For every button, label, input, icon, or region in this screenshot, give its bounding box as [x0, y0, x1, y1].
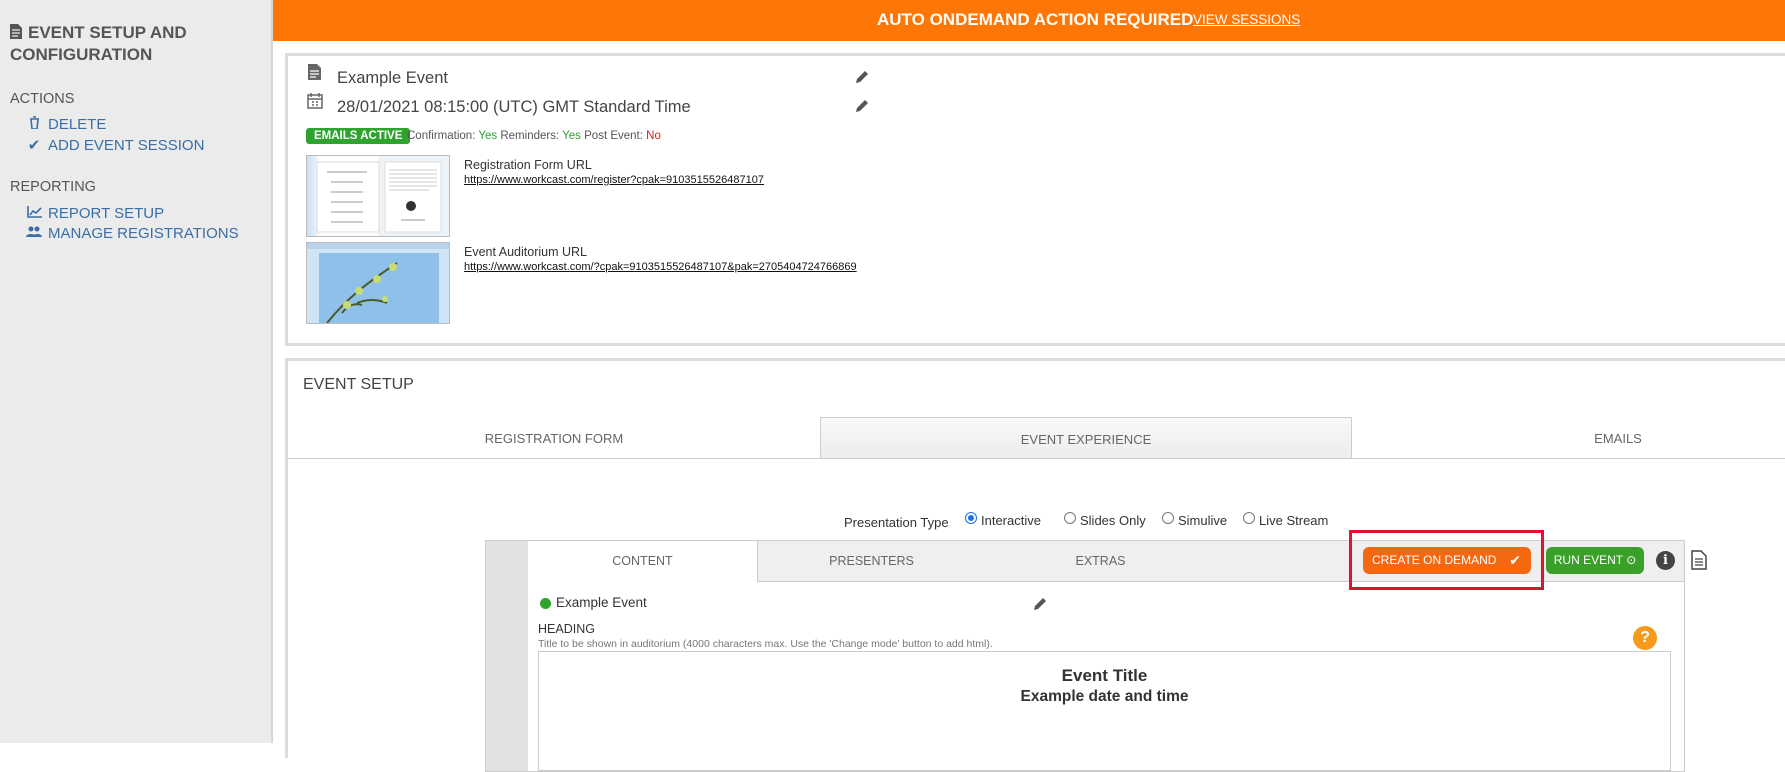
report-setup-label: REPORT SETUP	[48, 205, 165, 222]
editor-title: Event Title	[1061, 666, 1148, 685]
content-panel: CONTENT PRESENTERS EXTRAS CREATE ON DEMA…	[485, 530, 1707, 772]
heading-label: HEADING	[538, 622, 595, 636]
radio-interactive[interactable]	[965, 512, 977, 524]
reporting-heading: REPORTING	[10, 179, 96, 195]
sidebar-title: EVENT SETUP AND CONFIGURATION	[10, 22, 260, 66]
sidebar-title-text: EVENT SETUP AND CONFIGURATION	[10, 23, 187, 64]
add-event-session-label: ADD EVENT SESSION	[48, 137, 205, 154]
check-icon: ✔	[27, 137, 41, 154]
email-status: Confirmation: Yes Reminders: Yes Post Ev…	[407, 130, 661, 142]
confirmation-label: Confirmation:	[407, 130, 476, 142]
add-event-session-link[interactable]: ✔ ADD EVENT SESSION	[26, 136, 205, 154]
radio-slides-only[interactable]	[1064, 512, 1076, 524]
edit-content-pencil-icon[interactable]	[1032, 596, 1048, 612]
calendar-icon	[307, 93, 323, 109]
post-event-label: Post Event:	[584, 130, 643, 142]
radio-slides-only-label[interactable]: Slides Only	[1080, 513, 1146, 528]
content-panel-strip	[486, 541, 528, 771]
radio-live-stream[interactable]	[1243, 512, 1255, 524]
document-icon	[10, 24, 22, 39]
actions-heading: ACTIONS	[10, 91, 75, 107]
registration-form-thumbnail[interactable]	[306, 155, 450, 237]
event-setup-title: EVENT SETUP	[303, 376, 414, 393]
manage-registrations-label: MANAGE REGISTRATIONS	[48, 225, 239, 242]
create-on-demand-label: CREATE ON DEMAND	[1372, 553, 1497, 567]
delete-link[interactable]: DELETE	[26, 116, 106, 133]
run-event-button[interactable]: RUN EVENT ⊙	[1546, 547, 1644, 574]
check-icon: ✔	[1509, 552, 1521, 568]
create-on-demand-button[interactable]: CREATE ON DEMAND ✔	[1363, 547, 1531, 574]
auditorium-thumbnail[interactable]	[306, 242, 450, 324]
report-setup-link[interactable]: REPORT SETUP	[26, 205, 164, 222]
banner-message: AUTO ONDEMAND ACTION REQUIRED	[877, 10, 1194, 29]
tab-extras[interactable]: EXTRAS	[986, 541, 1215, 581]
document-icon	[308, 64, 321, 80]
edit-datetime-pencil-icon[interactable]	[854, 98, 870, 114]
delete-label: DELETE	[48, 116, 107, 133]
action-required-banner: AUTO ONDEMAND ACTION REQUIRED VIEW SESSI…	[273, 0, 1785, 41]
content-tabs: CONTENT PRESENTERS EXTRAS CREATE ON DEMA…	[528, 530, 1707, 590]
confirmation-value: Yes	[478, 130, 498, 142]
radio-live-stream-label[interactable]: Live Stream	[1259, 513, 1328, 528]
heading-hint: Title to be shown in auditorium (4000 ch…	[538, 638, 993, 650]
reminders-label: Reminders:	[500, 130, 560, 142]
setup-tabs: REGISTRATION FORM EVENT EXPERIENCE EMAIL…	[288, 417, 1785, 459]
auditorium-url-label: Event Auditorium URL	[464, 245, 587, 259]
auditorium-url-link[interactable]: https://www.workcast.com/?cpak=910351552…	[464, 261, 857, 273]
help-icon[interactable]: ?	[1633, 626, 1657, 650]
document-icon[interactable]	[1691, 550, 1707, 570]
registration-url-label: Registration Form URL	[464, 158, 592, 172]
tab-content[interactable]: CONTENT	[528, 541, 758, 582]
event-datetime: 28/01/2021 08:15:00 (UTC) GMT Standard T…	[337, 98, 691, 116]
editor-subtitle: Example date and time	[1020, 688, 1189, 705]
edit-name-pencil-icon[interactable]	[854, 69, 870, 85]
reminders-value: Yes	[562, 130, 581, 142]
heading-editor[interactable]: Event Title Example date and time	[538, 651, 1671, 771]
tab-event-experience[interactable]: EVENT EXPERIENCE	[820, 417, 1352, 458]
view-sessions-link[interactable]: VIEW SESSIONS	[1193, 12, 1300, 27]
info-icon[interactable]: i	[1656, 551, 1675, 570]
trash-icon	[26, 116, 42, 133]
presentation-type-label: Presentation Type	[844, 515, 949, 530]
manage-registrations-link[interactable]: MANAGE REGISTRATIONS	[26, 225, 239, 242]
sidebar: EVENT SETUP AND CONFIGURATION ACTIONS DE…	[0, 0, 273, 743]
run-event-label: RUN EVENT	[1553, 553, 1623, 567]
radio-simulive-label[interactable]: Simulive	[1178, 513, 1227, 528]
radio-simulive[interactable]	[1162, 512, 1174, 524]
status-dot	[540, 598, 551, 609]
event-setup-card: EVENT SETUP REGISTRATION FORM EVENT EXPE…	[285, 358, 1785, 772]
radio-interactive-label[interactable]: Interactive	[981, 513, 1041, 528]
tab-registration-form[interactable]: REGISTRATION FORM	[288, 417, 820, 458]
event-name: Example Event	[337, 69, 448, 87]
users-icon	[26, 225, 42, 242]
post-event-value: No	[646, 130, 661, 142]
line-chart-icon	[26, 205, 42, 222]
tab-presenters[interactable]: PRESENTERS	[757, 541, 986, 581]
emails-active-badge: EMAILS ACTIVE	[306, 128, 411, 144]
content-event-name: Example Event	[556, 595, 647, 610]
play-circle-icon: ⊙	[1626, 553, 1637, 567]
tab-emails[interactable]: EMAILS	[1352, 417, 1785, 458]
registration-url-link[interactable]: https://www.workcast.com/register?cpak=9…	[464, 174, 764, 186]
event-info-card: Example Event 28/01/2021 08:15:00 (UTC) …	[285, 53, 1785, 346]
